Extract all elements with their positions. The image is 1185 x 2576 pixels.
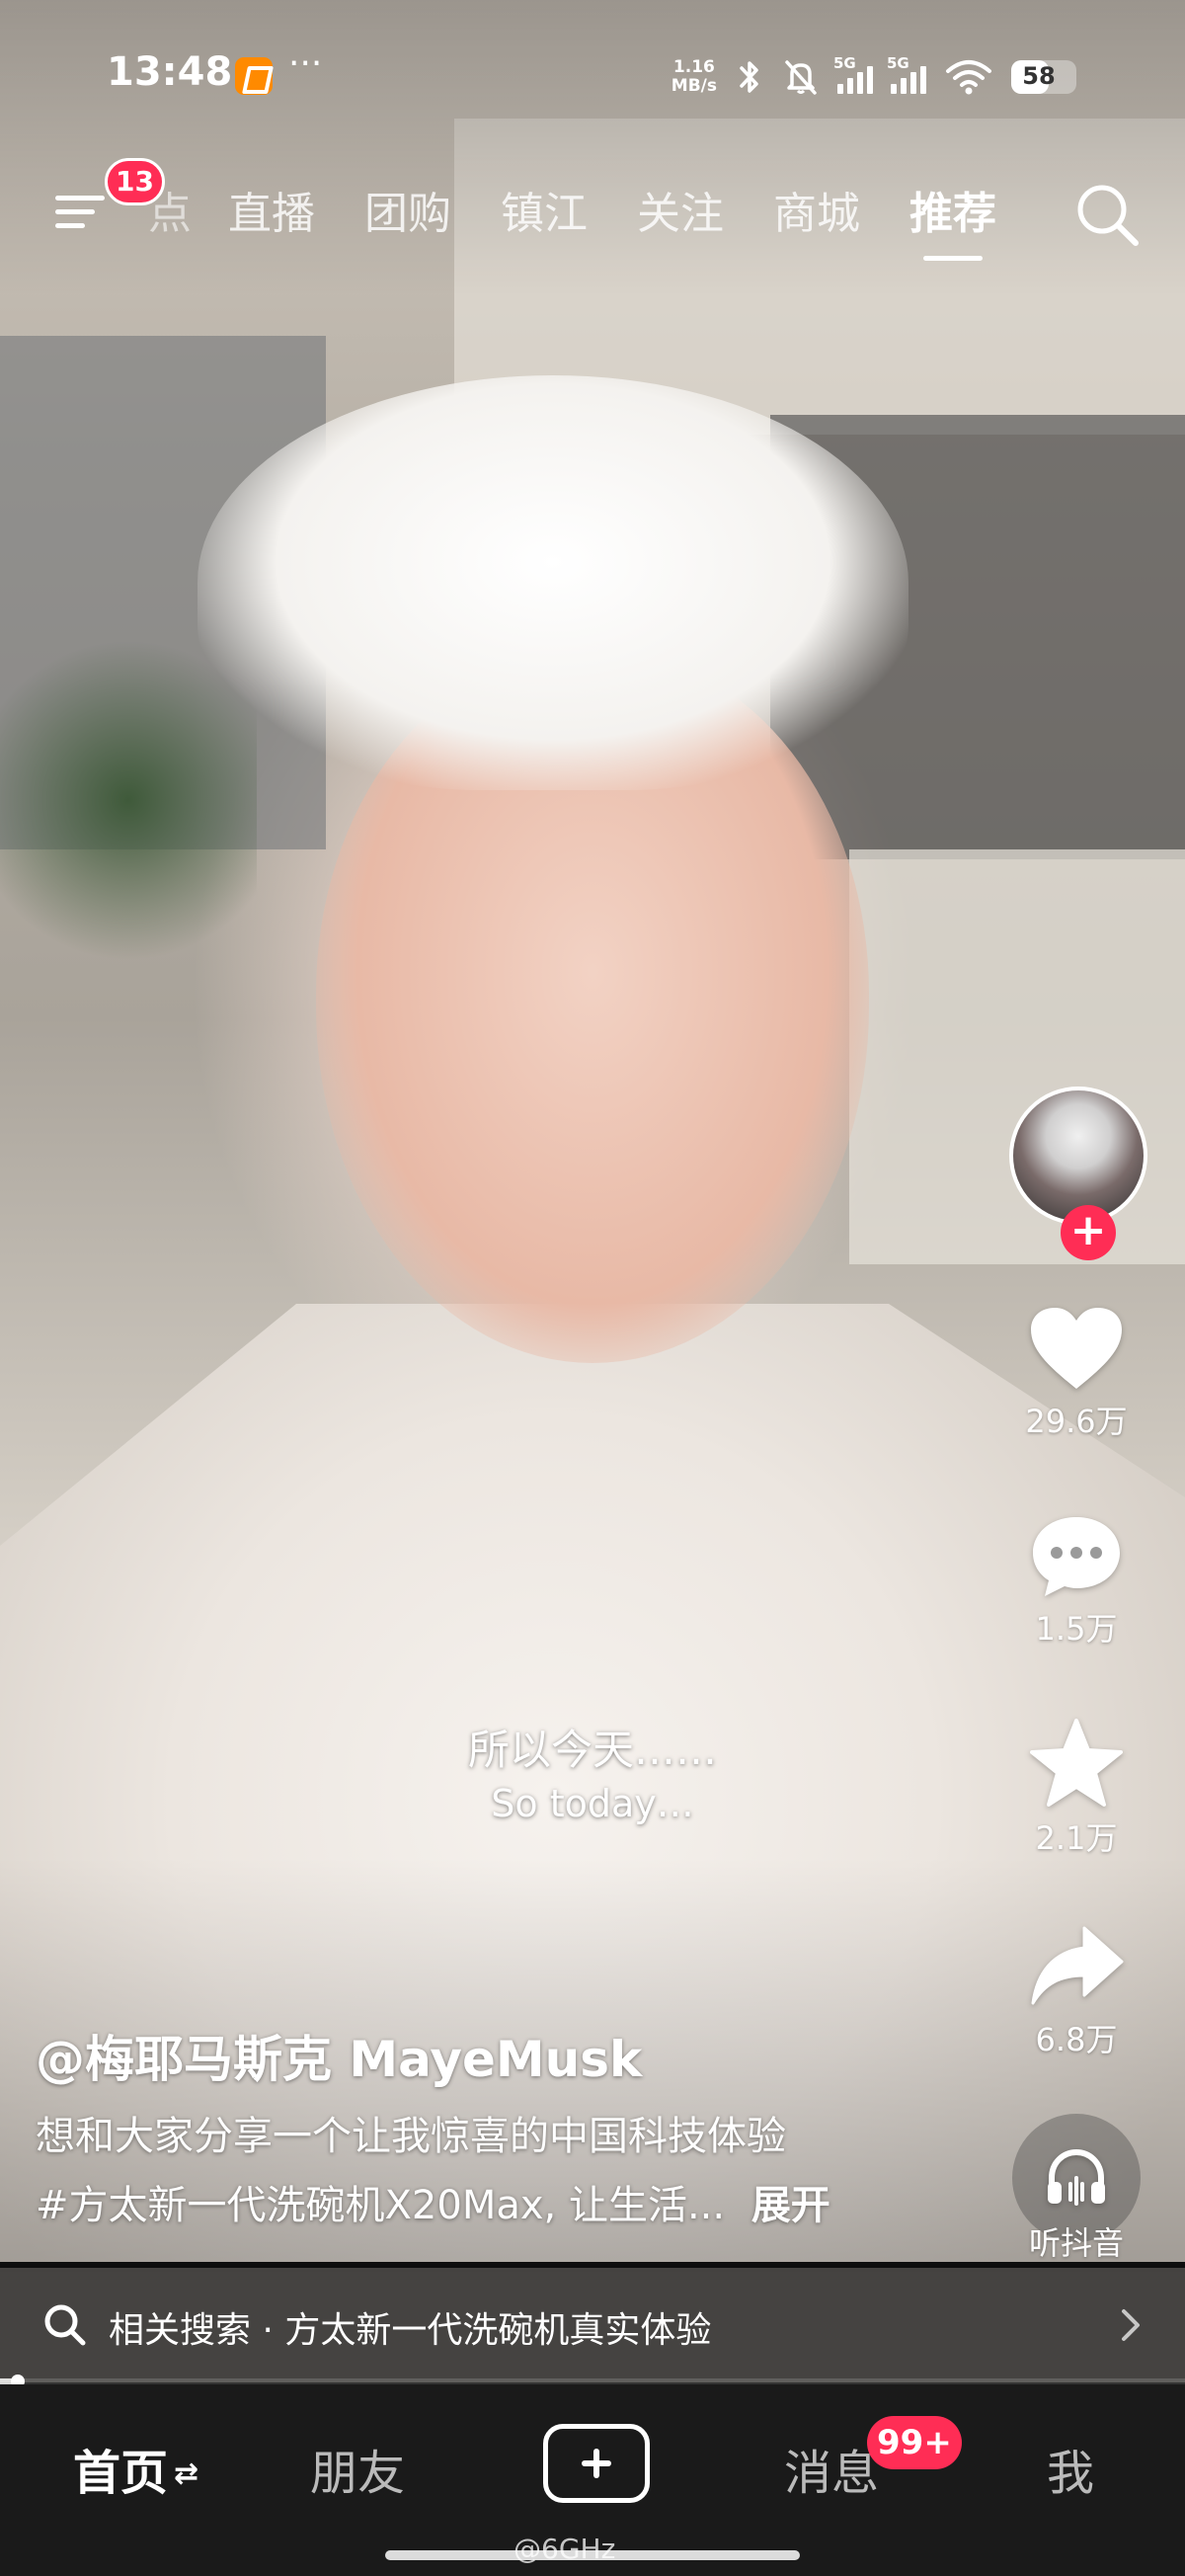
post-description[interactable]: 想和大家分享一个让我惊喜的中国科技体验 #方太新一代洗碗机X20Max, 让生活… [36, 2102, 924, 2240]
signal-icon: 5G [833, 54, 873, 94]
related-search-label: 相关搜索 · 方太新一代洗碗机真实体验 [109, 2310, 712, 2351]
nav-friends[interactable]: 朋友 [310, 2434, 405, 2503]
more-notifications-icon: ··· [288, 43, 323, 84]
menu-button[interactable] [55, 188, 115, 237]
tab-group-buy[interactable]: 团购 [340, 178, 476, 241]
messages-badge: 99+ [867, 2416, 962, 2469]
author-name[interactable]: @梅耶马斯克 MayeMusk [36, 2020, 642, 2091]
tab-following[interactable]: 关注 [612, 178, 749, 241]
tab-zhenjiang[interactable]: 镇江 [476, 178, 612, 241]
description-line-2: #方太新一代洗碗机X20Max, 让生活... [36, 2183, 726, 2228]
battery-icon: 58 [1011, 60, 1076, 94]
music-button[interactable]: 听抖音 [988, 2114, 1165, 2264]
network-speed: 1.16 MB/s [671, 57, 717, 96]
wifi-icon [946, 60, 991, 95]
tab-mall[interactable]: 商城 [749, 178, 885, 241]
favorite-button[interactable]: 2.1万 [988, 1717, 1165, 1859]
top-nav: 13 点 直播 团购 镇江 关注 商城 推荐 [0, 158, 1185, 261]
feed-tabs: 点 直播 团购 镇江 关注 商城 推荐 [148, 178, 1021, 261]
menu-icon [55, 196, 105, 201]
switch-arrows-icon: ⇄ [174, 2456, 199, 2491]
headphones-icon [1048, 2148, 1105, 2206]
mute-bell-icon [785, 60, 817, 95]
like-button[interactable]: 29.6万 [988, 1304, 1165, 1442]
search-icon[interactable] [1070, 178, 1146, 253]
home-indicator [385, 2550, 800, 2560]
nav-messages[interactable]: 消息 [784, 2434, 879, 2503]
share-button[interactable]: 6.8万 [988, 1922, 1165, 2060]
author-avatar[interactable] [1009, 1087, 1147, 1225]
chevron-right-icon [1122, 2309, 1140, 2341]
status-indicators: 1.16 MB/s 5G 5G 58 [672, 47, 1076, 107]
star-icon [1030, 1719, 1123, 1807]
tab-recommend[interactable]: 推荐 [885, 178, 1021, 261]
status-time: 13:48 [107, 49, 233, 95]
app-notification-icon [235, 57, 273, 95]
video-scene-lower-cabinet [849, 849, 1185, 1264]
follow-plus-button[interactable]: + [1061, 1205, 1116, 1260]
nav-home[interactable]: 首页 ⇄ [73, 2434, 198, 2503]
comment-count: 1.5万 [1035, 1610, 1118, 1648]
watermark: @6GHz [514, 2533, 616, 2565]
status-bar: 13:48 ··· 1.16 MB/s 5G 5G 58 [0, 40, 1185, 109]
search-icon-small [44, 2304, 86, 2346]
tab-live[interactable]: 直播 [203, 178, 340, 241]
share-count: 6.8万 [1035, 2021, 1118, 2058]
related-search-bar[interactable]: 相关搜索 · 方太新一代洗碗机真实体验 [0, 2268, 1185, 2382]
expand-button[interactable]: 展开 [751, 2183, 830, 2228]
video-scene-hair [198, 375, 908, 790]
tab-dian[interactable]: 点 [148, 178, 203, 241]
music-label: 听抖音 [1028, 2224, 1124, 2262]
comment-icon [1033, 1517, 1120, 1596]
like-count: 29.6万 [1025, 1403, 1128, 1440]
description-line-1: 想和大家分享一个让我惊喜的中国科技体验 [36, 2114, 786, 2159]
favorite-count: 2.1万 [1035, 1819, 1118, 1857]
create-post-button[interactable] [543, 2424, 650, 2503]
bluetooth-icon [740, 61, 758, 93]
share-arrow-icon [1031, 1926, 1124, 2005]
bottom-nav: 首页 ⇄ 朋友 消息 99+ 我 @6GHz [0, 2384, 1185, 2576]
comment-button[interactable]: 1.5万 [988, 1511, 1165, 1650]
heart-icon [1031, 1308, 1122, 1389]
nav-me[interactable]: 我 [1047, 2434, 1094, 2503]
signal-icon-2: 5G [887, 54, 926, 94]
